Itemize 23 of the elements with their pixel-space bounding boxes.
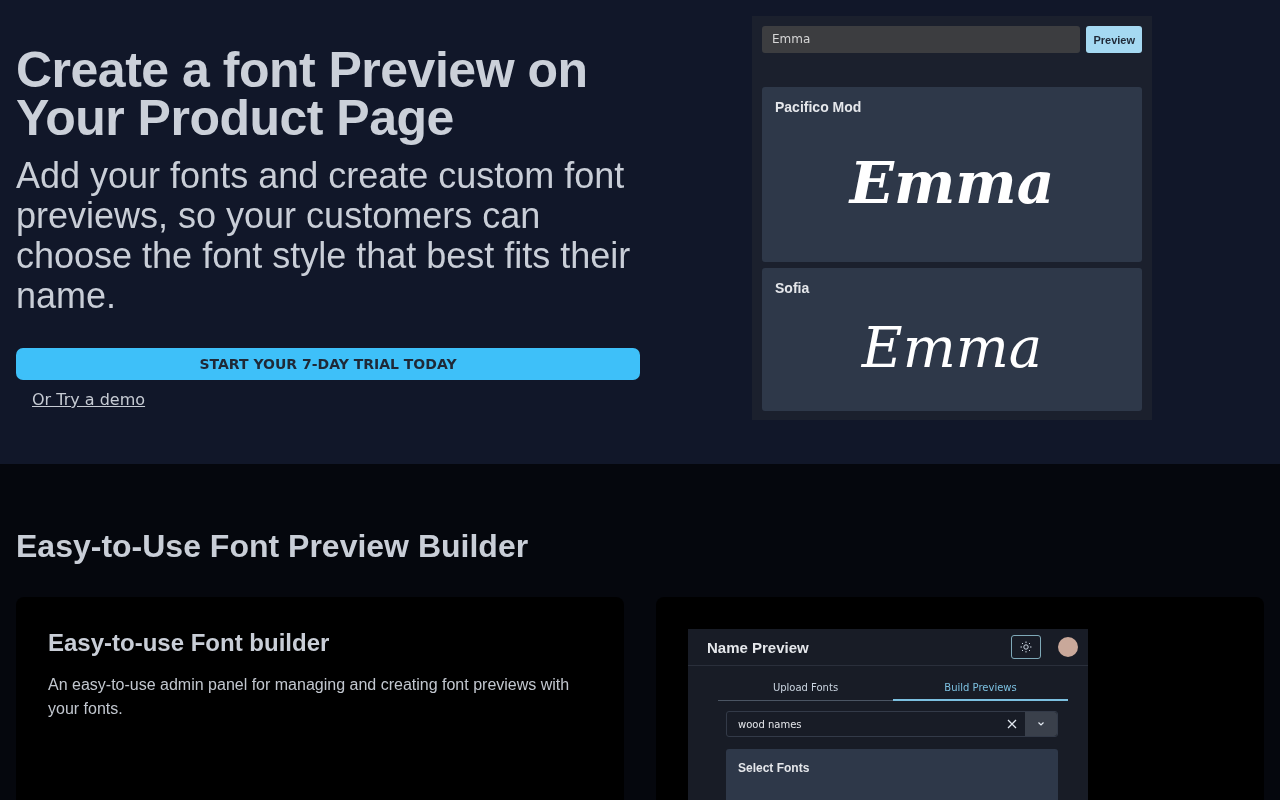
admin-title: Name Preview (707, 638, 810, 656)
section-heading: Easy-to-Use Font Preview Builder (16, 528, 530, 565)
hero-subtitle: Add your fonts and create custom font previews, so your customers can choose the font style that best fits their name. (16, 156, 632, 316)
select-field[interactable]: wood names (726, 711, 1058, 737)
font-name: Sofia (775, 280, 811, 296)
admin-tab[interactable]: Build Previews (893, 676, 1068, 701)
font-name: Pacifico Mod (775, 99, 863, 115)
sun-icon (1020, 641, 1032, 653)
card-title: Easy-to-use Font builder (48, 629, 331, 657)
card-text: An easy-to-use admin panel for managing and creating font previews with your fonts. (48, 675, 571, 719)
theme-toggle-button[interactable] (1011, 635, 1041, 659)
avatar[interactable] (1058, 637, 1078, 657)
preview-button[interactable]: Preview (1086, 26, 1142, 53)
admin-tab[interactable]: Upload Fonts (718, 676, 893, 701)
panel-title: Select Fonts (738, 761, 811, 775)
clear-icon[interactable] (1007, 719, 1017, 729)
chevron-down-icon[interactable] (1037, 721, 1045, 727)
demo-link[interactable]: Or Try a demo (32, 390, 146, 409)
font-sample-text: Emma (860, 314, 1044, 382)
font-sample-text: Emma (847, 147, 1056, 219)
name-input-field[interactable]: Emma (762, 26, 1081, 53)
select-value: wood names (738, 718, 803, 730)
trial-button[interactable]: START YOUR 7-DAY TRIAL TODAY (16, 348, 640, 380)
